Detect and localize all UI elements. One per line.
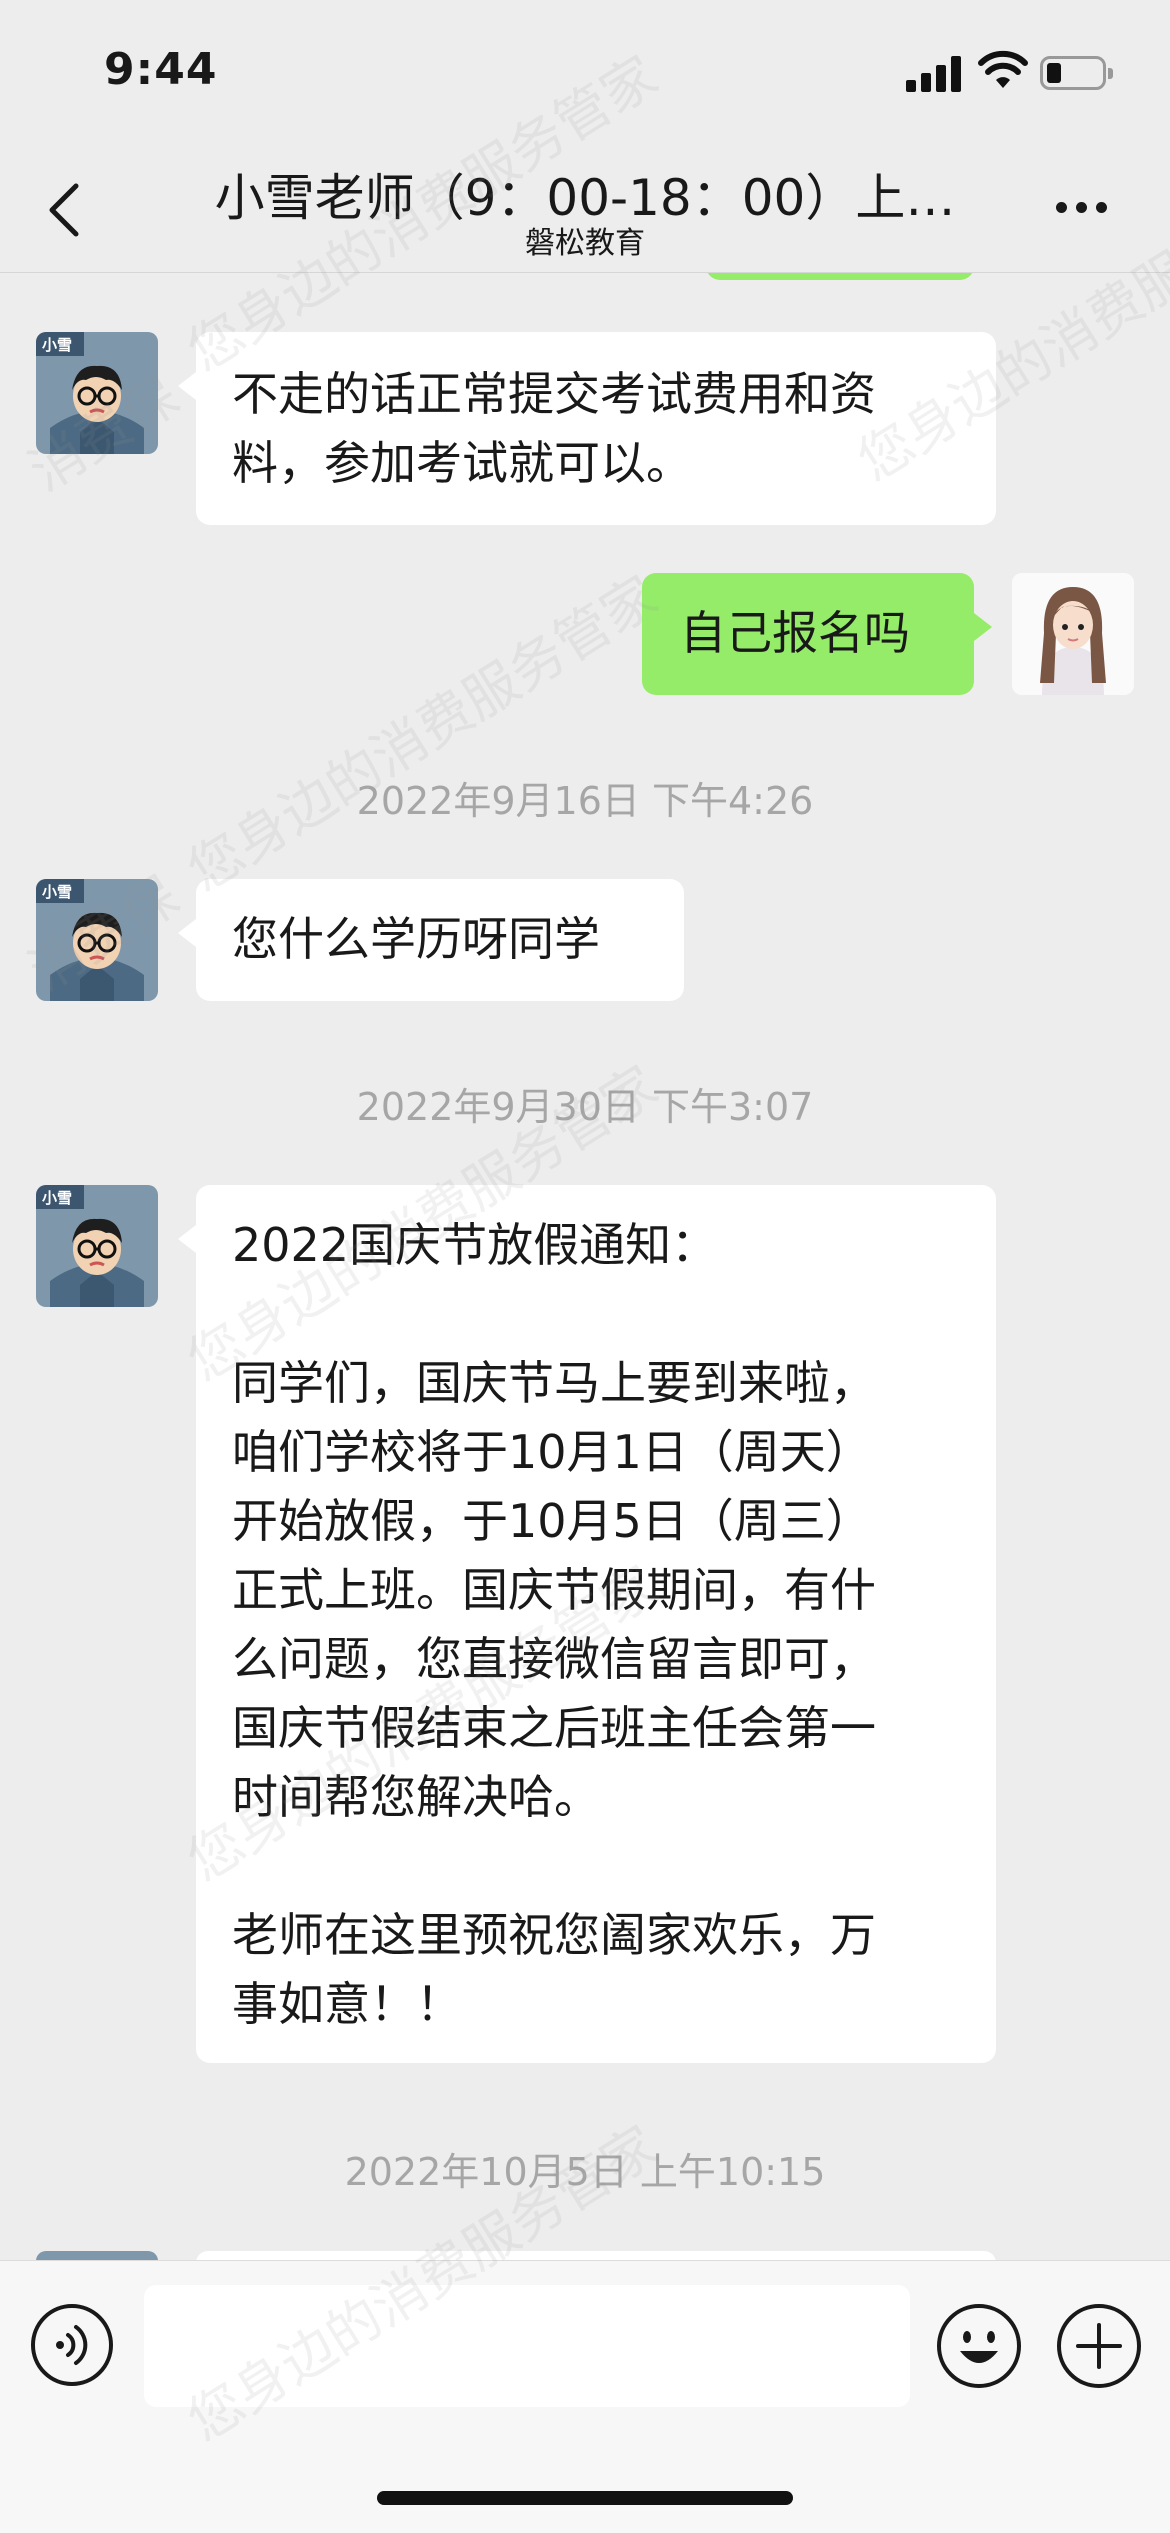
- message-bubble-incoming[interactable]: 您什么学历呀同学: [178, 879, 684, 1001]
- message-bubble-incoming[interactable]: 2022国庆节放假通知： 同学们，国庆节马上要到来啦， 咱们学校将于10月1日（…: [178, 1185, 996, 2063]
- plus-icon[interactable]: [1056, 2303, 1142, 2389]
- chat-header: 小雪老师（9：00-18：00）上… 磐松教育: [0, 140, 1170, 273]
- svg-text:小雪: 小雪: [42, 883, 72, 901]
- contact-avatar[interactable]: 小雪: [36, 332, 158, 454]
- message-bubble-incoming[interactable]: 不走的话正常提交考试费用和资 料，参加考试就可以。: [178, 332, 996, 525]
- status-bar: 9:44: [0, 0, 1170, 140]
- user-avatar[interactable]: [1012, 573, 1134, 695]
- teacher-avatar-icon: 小雪: [36, 332, 158, 454]
- message-bubble-partial: [196, 2251, 996, 2260]
- wifi-icon: [978, 50, 1028, 88]
- voice-icon[interactable]: [30, 2303, 114, 2387]
- home-indicator[interactable]: [377, 2491, 793, 2505]
- svg-text:小雪: 小雪: [42, 1189, 72, 1207]
- message-timestamp: 2022年10月5日 上午10:15: [344, 2150, 826, 2194]
- input-bar: [0, 2260, 1170, 2533]
- user-avatar-icon: [1012, 573, 1134, 695]
- svg-text:小雪: 小雪: [42, 336, 72, 354]
- back-icon[interactable]: [40, 180, 92, 240]
- teacher-avatar-icon: 小雪: [36, 879, 158, 1001]
- chat-subtitle: 磐松教育: [525, 226, 645, 261]
- cellular-signal-icon: [906, 54, 962, 92]
- message-bubble-partial: [706, 273, 974, 280]
- contact-avatar[interactable]: 小雪: [36, 1185, 158, 1307]
- message-bubble-outgoing[interactable]: 自己报名吗: [642, 573, 992, 695]
- message-input[interactable]: [144, 2285, 910, 2407]
- status-time: 9:44: [104, 44, 218, 95]
- battery-icon: [1040, 56, 1113, 90]
- message-timestamp: 2022年9月16日 下午4:26: [356, 779, 814, 823]
- teacher-avatar-icon: 小雪: [36, 1185, 158, 1307]
- message-list[interactable]: 小雪 不走的话正常提交考试费用和资 料，参加考试就可以。 自己报名吗 2022年…: [0, 273, 1170, 2260]
- contact-avatar-partial: [36, 2251, 158, 2260]
- emoji-icon[interactable]: [936, 2303, 1022, 2389]
- message-timestamp: 2022年9月30日 下午3:07: [356, 1085, 814, 1129]
- more-icon[interactable]: [1052, 196, 1112, 216]
- contact-avatar[interactable]: 小雪: [36, 879, 158, 1001]
